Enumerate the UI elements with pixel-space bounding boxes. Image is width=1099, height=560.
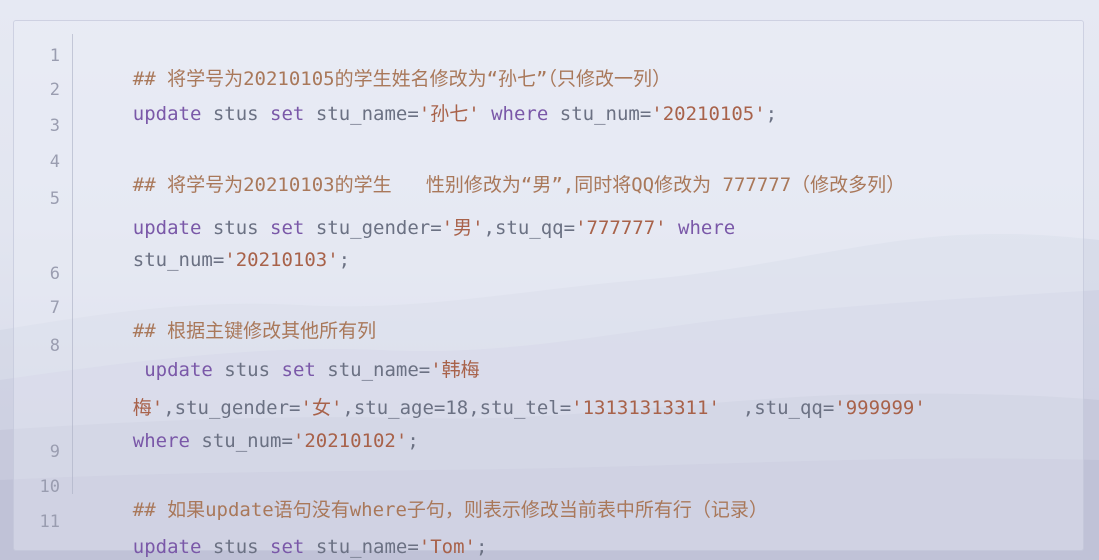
string-literal: '999999' [834,397,926,419]
string-literal: '777777' [575,217,667,239]
line-number: 3 [49,116,60,136]
code-line-update-tom: update stus set stu_name='Tom'; [87,511,488,560]
line-number: 7 [49,298,60,318]
string-literal: '孙七' [418,103,480,125]
string-literal: '20210103' [224,249,339,271]
condition-column: stu_num= [548,103,652,125]
line-number: 5 [49,189,60,209]
line-number: 9 [49,442,60,462]
keyword-update: update [132,103,202,125]
statement-terminator: ; [338,249,351,271]
column-assign: stu_name= [304,103,419,125]
line-number: 8 [49,336,60,356]
statement-terminator: ; [407,430,419,452]
condition-column: stu_num= [189,430,293,452]
line-number: 1 [49,46,60,66]
line-number: 6 [49,264,60,284]
gutter-divider [72,34,73,494]
column-assign: stu_name= [304,536,419,558]
code-line-update-name: update stus set stu_name='孙七' where stu_… [87,78,777,150]
code-line-wrapped: where stu_num='20210102'; [87,405,419,477]
code-line-wrapped: stu_num='20210103'; [87,224,350,296]
string-literal: 'Tom' [418,536,476,558]
keyword-set: set [270,103,305,125]
string-literal: '13131313311' [571,397,720,419]
string-literal: '20210102' [292,430,408,452]
string-literal: '男' [441,217,484,239]
keyword-where: where [132,430,190,452]
keyword-where: where [491,103,549,125]
string-literal: '20210105' [651,103,766,125]
keyword-where: where [678,217,736,239]
keyword-update: update [132,536,202,558]
condition-column: stu_num= [132,249,225,271]
statement-terminator: ; [475,536,488,558]
statement-terminator: ; [765,103,778,125]
line-number: 11 [39,512,60,532]
keyword-set: set [270,536,305,558]
column-assign: ,stu_qq= [483,217,576,239]
table-identifier: stus [201,536,271,558]
table-identifier: stus [201,103,271,125]
line-number: 2 [49,80,60,100]
column-assign: ,stu_qq= [719,397,835,419]
line-number: 10 [39,477,60,497]
line-number: 4 [49,152,60,172]
